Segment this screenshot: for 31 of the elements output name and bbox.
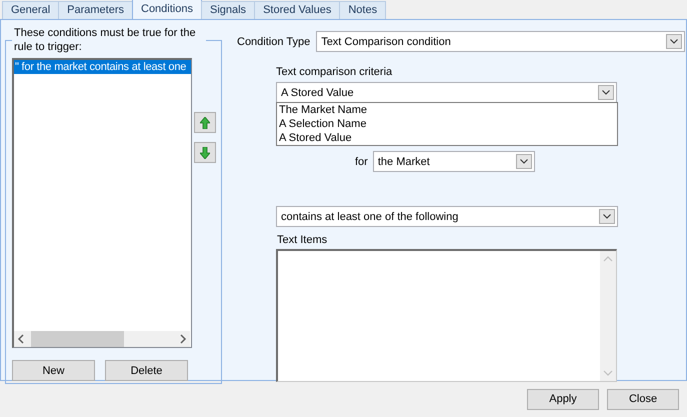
condition-type-label: Condition Type <box>237 36 310 48</box>
group-button[interactable]: Delete <box>105 360 188 381</box>
dropdown-option[interactable]: The Market Name <box>279 103 615 117</box>
down-arrow-icon <box>200 146 210 158</box>
text-items-label: Text Items <box>277 233 328 247</box>
move-down-button[interactable] <box>194 142 216 163</box>
dropdown-option[interactable]: A Selection Name <box>279 117 615 131</box>
vertical-scrollbar[interactable] <box>600 251 616 381</box>
condition-type-dropdown[interactable]: Text Comparison condition <box>316 31 686 52</box>
horizontal-scrollbar[interactable] <box>14 331 190 347</box>
operator-dropdown[interactable]: contains at least one of the following <box>276 206 618 227</box>
text-items-field[interactable] <box>276 249 617 382</box>
tab[interactable]: Signals <box>200 1 256 19</box>
footer-button[interactable]: Close <box>607 388 679 410</box>
move-up-button[interactable] <box>194 112 216 133</box>
group-button[interactable]: New <box>12 360 95 381</box>
criteria-dropdown[interactable]: A Stored Value <box>276 82 617 103</box>
dropdown-option[interactable]: A Stored Value <box>279 131 615 145</box>
tab[interactable]: Stored Values <box>254 1 340 19</box>
criteria-label: Text comparison criteria <box>276 65 394 79</box>
tab[interactable]: Notes <box>339 1 386 19</box>
footer-button[interactable]: Apply <box>527 388 599 410</box>
tab[interactable]: General <box>2 1 60 19</box>
tab[interactable]: Conditions <box>132 0 202 19</box>
conditions-list[interactable]: " for the market contains at least one <box>12 58 192 348</box>
up-arrow-icon <box>200 116 210 128</box>
for-dropdown[interactable]: the Market <box>372 151 535 172</box>
group-legend: These conditions must be true for the rule to trigger: <box>12 26 206 54</box>
condition-item[interactable]: " for the market contains at least one <box>14 60 191 74</box>
for-label: for <box>355 156 368 168</box>
tab[interactable]: Parameters <box>58 1 133 19</box>
